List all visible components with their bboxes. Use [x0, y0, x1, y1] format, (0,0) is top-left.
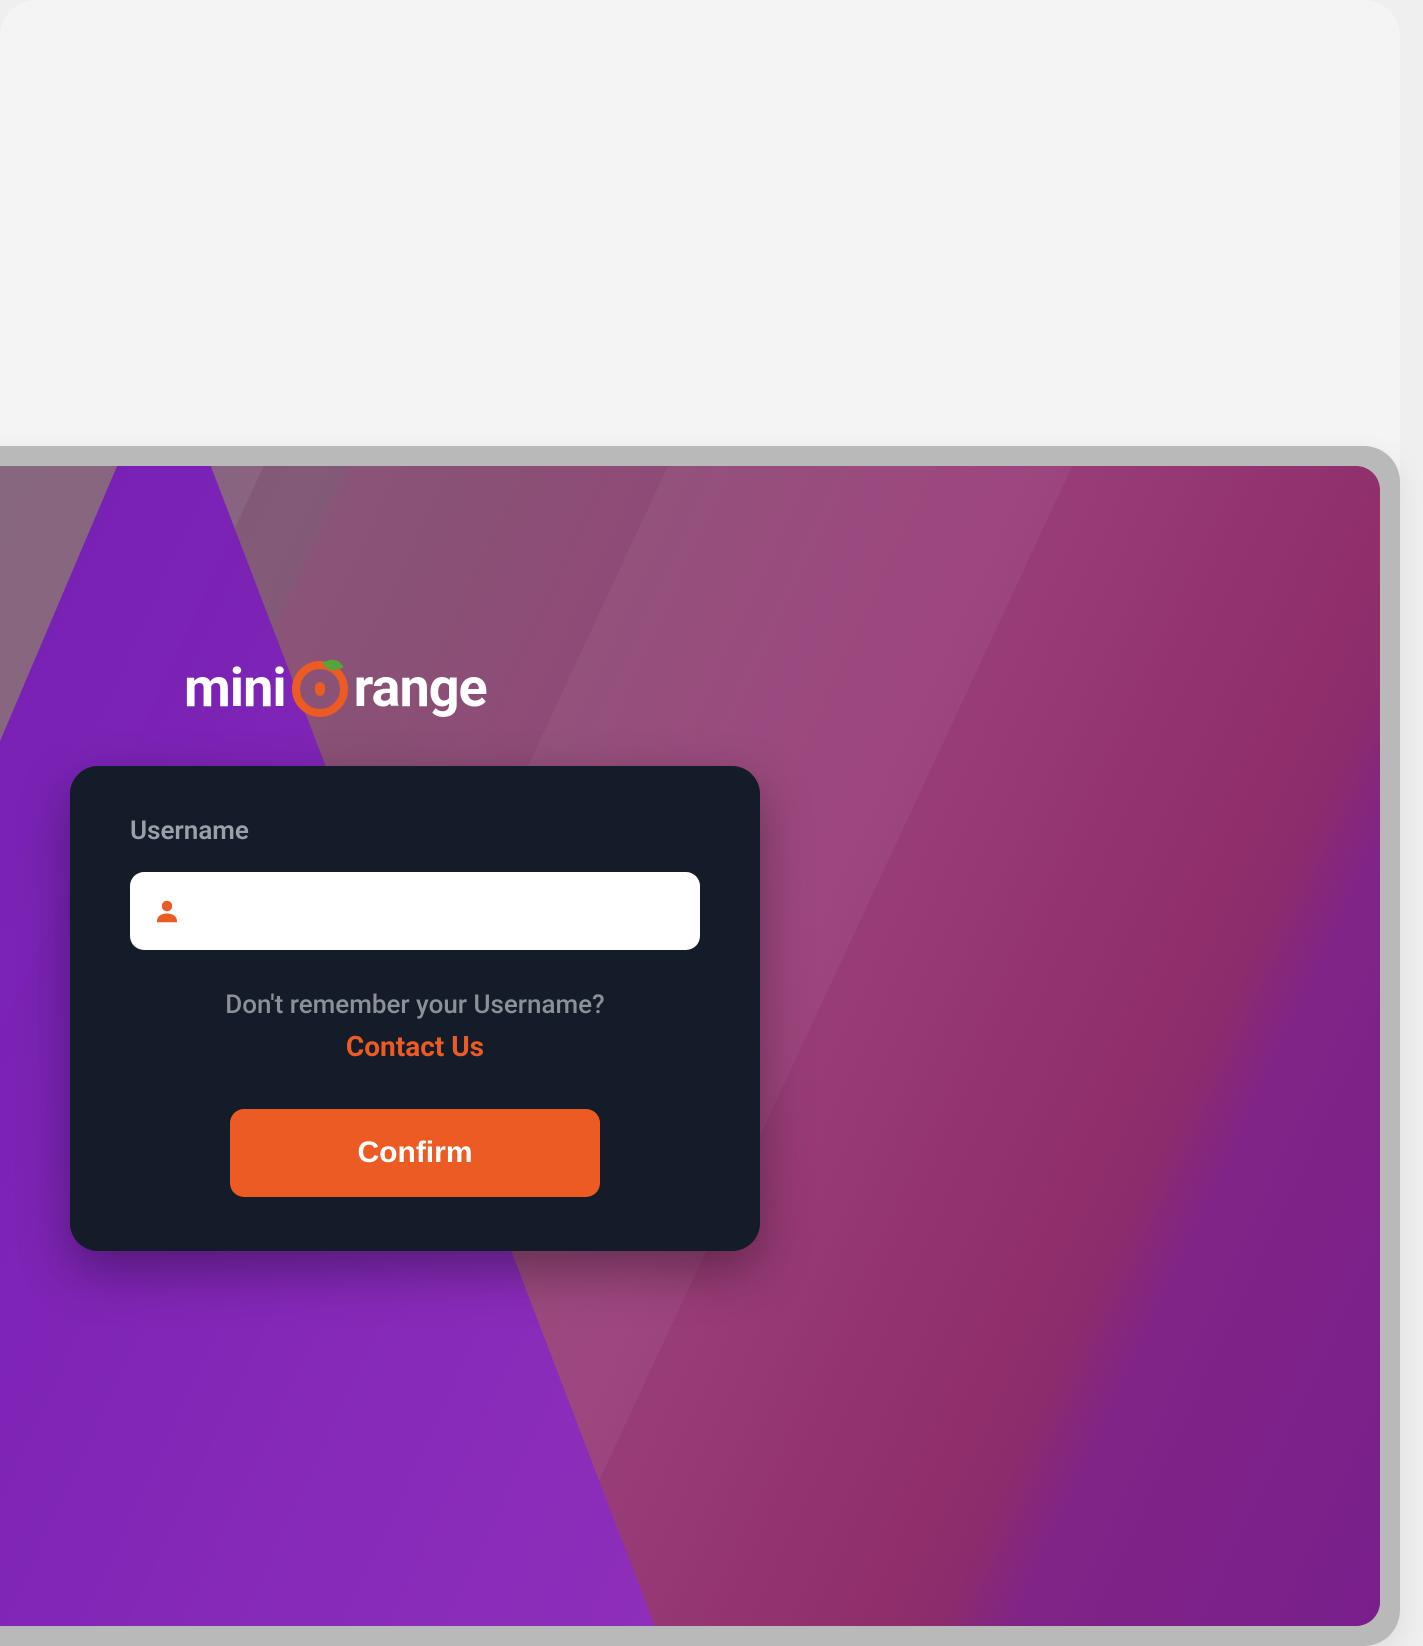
- brand-text-left: mini: [184, 662, 286, 716]
- brand-text-right: range: [354, 662, 487, 716]
- desktop-wallpaper: mini range Username Don't remember your …: [0, 466, 1380, 1626]
- username-input[interactable]: [200, 897, 678, 925]
- login-panel: Username Don't remember your Username? C…: [70, 766, 760, 1251]
- orange-icon: [292, 661, 348, 717]
- confirm-button[interactable]: Confirm: [230, 1109, 600, 1197]
- username-label: Username: [130, 816, 700, 846]
- brand-logo: mini range: [184, 661, 487, 717]
- forgot-username-text: Don't remember your Username?: [130, 990, 700, 1020]
- contact-us-link[interactable]: Contact Us: [130, 1030, 700, 1063]
- user-icon: [152, 896, 182, 926]
- monitor-frame: mini range Username Don't remember your …: [0, 446, 1400, 1646]
- username-input-wrap[interactable]: [130, 872, 700, 950]
